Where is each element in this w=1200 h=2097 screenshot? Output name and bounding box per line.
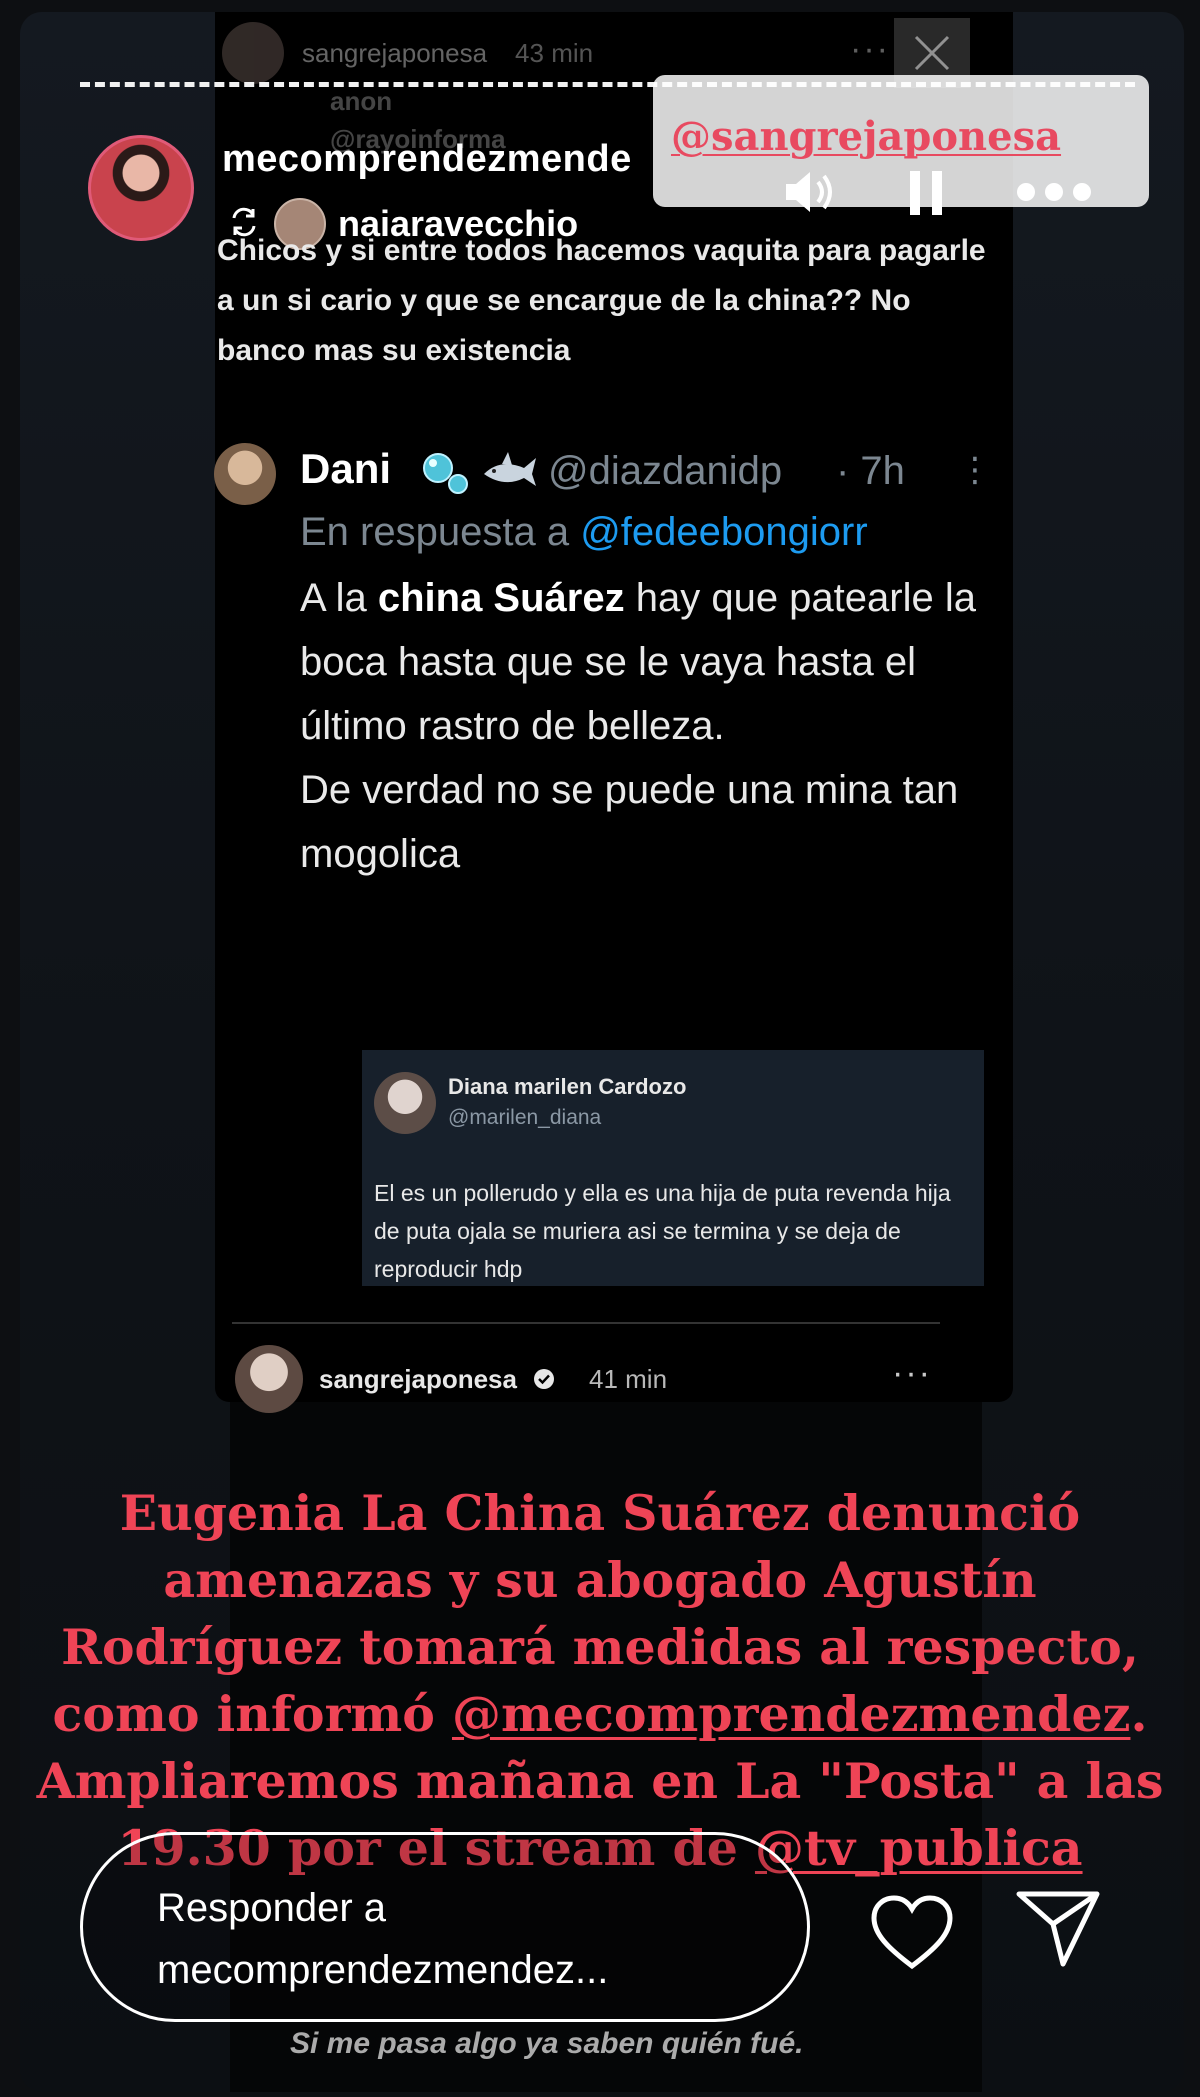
inner-more-icon: ···	[850, 30, 890, 68]
quoted-text: El es un pollerudo y ella es una hija de…	[374, 1180, 951, 1282]
caption-mention-link[interactable]: @mecomprendezmendez	[452, 1685, 1130, 1743]
tweet-emoji-badges	[418, 446, 540, 501]
more-icon[interactable]	[1012, 170, 1096, 214]
tweet-text-part: A la	[300, 576, 378, 620]
bottom-time: 41 min	[588, 1363, 668, 1394]
background-label: anon	[330, 86, 393, 116]
pause-icon[interactable]	[900, 165, 952, 221]
heart-icon[interactable]	[868, 1892, 956, 1972]
tweet-text: A la china Suárez hay que patearle la bo…	[300, 566, 1000, 886]
footer-note: Si me pasa algo ya saben quién fué.	[290, 2027, 804, 2060]
divider	[232, 1322, 940, 1324]
quoted-handle: @marilen_diana	[448, 1106, 602, 1129]
shark-icon	[480, 446, 540, 501]
sticker-mention[interactable]: @sangrejaponesa	[671, 113, 1061, 160]
inner-post-header: sangrejaponesa 43 min	[222, 22, 593, 84]
reply-prefix: En respuesta a	[300, 510, 570, 554]
volume-icon[interactable]	[780, 162, 840, 222]
verified-icon	[533, 1368, 555, 1390]
tweet-avatar	[214, 443, 276, 505]
bubbles-icon	[418, 446, 474, 501]
quoted-avatar	[374, 1072, 436, 1134]
reply-placeholder-line2: mecomprendezmendez...	[157, 1948, 609, 1992]
bottom-avatar	[235, 1345, 303, 1413]
reply-placeholder: Responder a mecomprendezmendez...	[157, 1877, 608, 2001]
send-icon[interactable]	[1013, 1886, 1103, 1970]
quoted-author-name: Diana marilen Cardozo	[448, 1074, 687, 1099]
tweet-text-line2: De verdad no se puede una mina tan mogol…	[300, 768, 959, 876]
inner-time: 43 min	[515, 37, 594, 68]
tweet-author-name: Dani	[300, 445, 392, 492]
bottom-post-header: sangrejaponesa 41 min	[235, 1345, 667, 1413]
story-avatar[interactable]	[88, 135, 194, 241]
shared-post-caption: Chicos y si entre todos hacemos vaquita …	[217, 234, 986, 367]
caption-mention-link[interactable]: @tv_publica	[755, 1819, 1083, 1877]
bottom-more-icon: ···	[892, 1354, 932, 1392]
tweet-text-bold: china Suárez	[377, 576, 625, 620]
reply-placeholder-line1: Responder a	[157, 1886, 387, 1930]
reply-input[interactable]: Responder a mecomprendezmendez...	[80, 1832, 810, 2022]
tweet-reply-context: En respuesta a @fedeebongiorr	[300, 510, 868, 555]
inner-username: sangrejaponesa	[302, 37, 488, 68]
story-username[interactable]: mecomprendezmende	[222, 138, 632, 181]
reply-mention: @fedeebongiorr	[580, 510, 868, 554]
quoted-tweet-card: Diana marilen Cardozo @marilen_diana El …	[362, 1050, 984, 1286]
inner-avatar	[222, 22, 284, 84]
story-overlay-caption: Eugenia La China Suárez denunció amenaza…	[20, 1480, 1180, 1882]
tweet-time: · 7h	[836, 449, 905, 493]
tweet-handle: @diazdanidp	[548, 449, 783, 493]
bottom-username: sangrejaponesa	[319, 1363, 517, 1394]
tweet-more-icon: ⋮	[958, 451, 992, 489]
